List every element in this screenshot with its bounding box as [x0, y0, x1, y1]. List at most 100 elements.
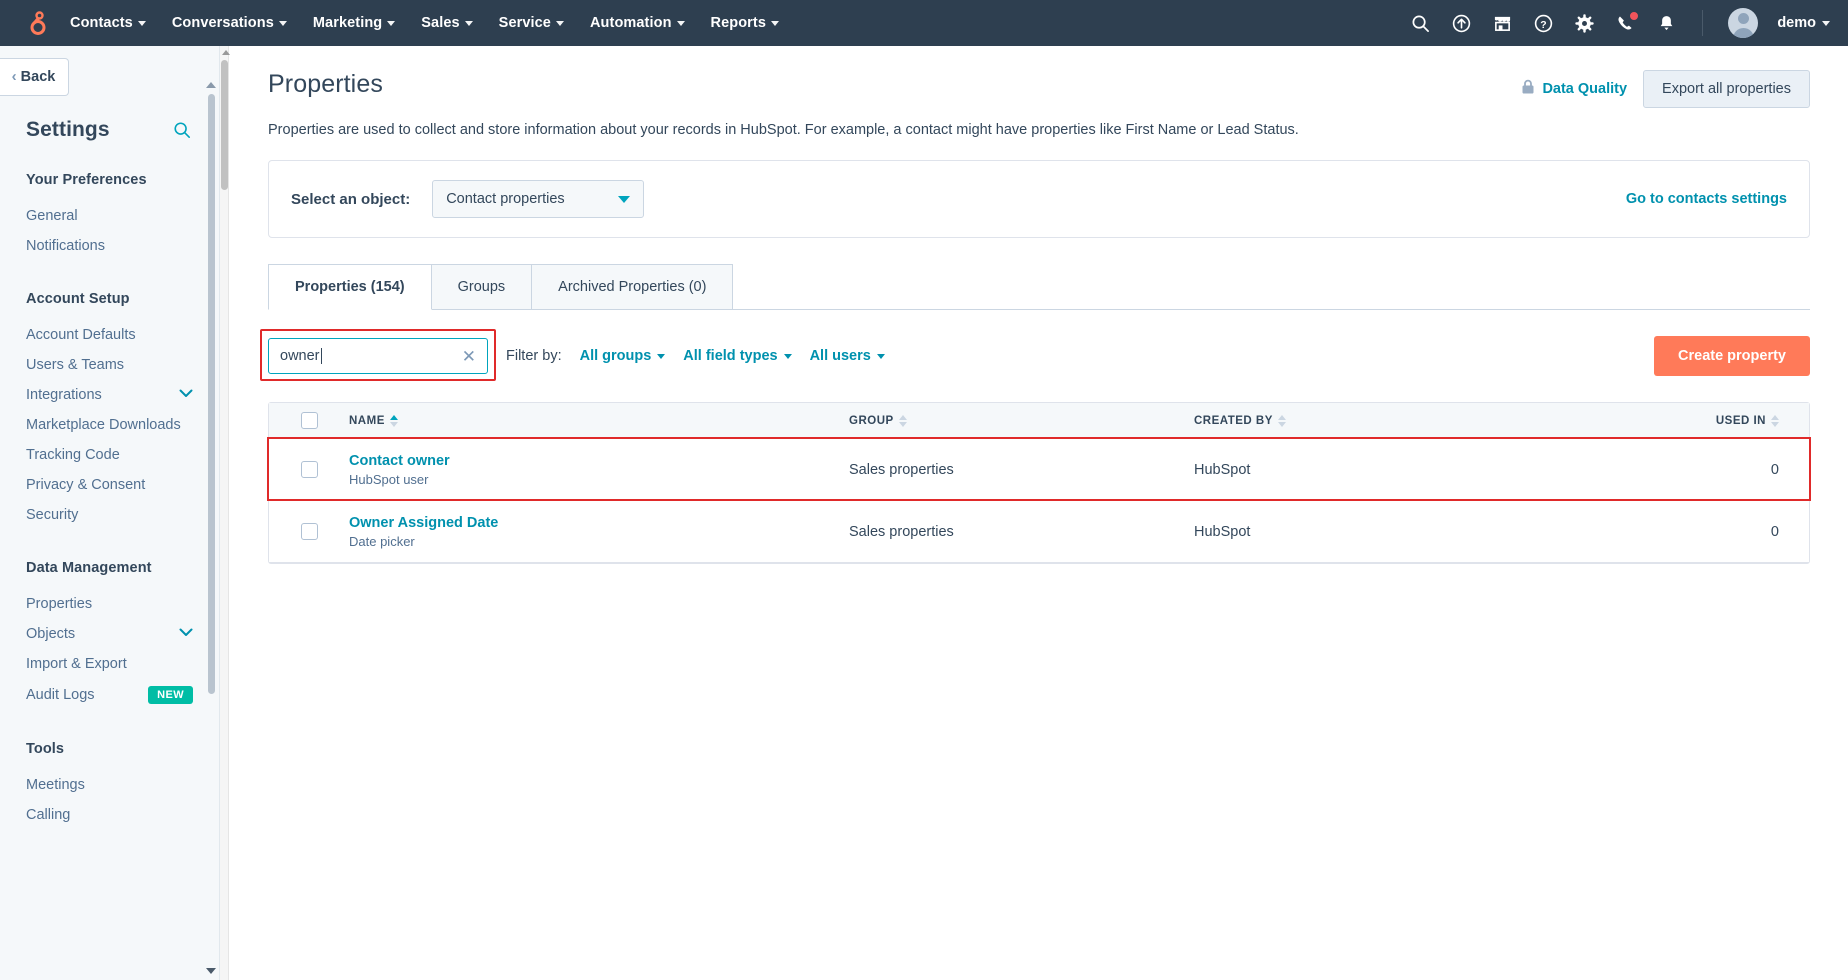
export-all-properties-button[interactable]: Export all properties [1643, 70, 1810, 108]
column-label: GROUP [849, 414, 894, 427]
table-row[interactable]: Contact owner HubSpot user Sales propert… [269, 439, 1809, 501]
sidebar-item-privacy-consent[interactable]: Privacy & Consent [0, 470, 219, 500]
row-checkbox[interactable] [300, 523, 318, 540]
column-label: USED IN [1715, 414, 1766, 427]
settings-sidebar: ‹ Back Settings Your Preferences General… [0, 46, 220, 980]
properties-table: NAME GROUP CREATED BY USED IN Contact ow… [267, 402, 1811, 564]
sidebar-item-objects[interactable]: Objects [0, 619, 219, 649]
sidebar-item-tracking-code[interactable]: Tracking Code [0, 440, 219, 470]
create-property-button[interactable]: Create property [1654, 336, 1810, 376]
cell-group: Sales properties [849, 523, 954, 540]
property-name-link[interactable]: Owner Assigned Date [349, 515, 849, 531]
nav-item-conversations[interactable]: Conversations [172, 15, 287, 31]
table-row[interactable]: Owner Assigned Date Date picker Sales pr… [269, 501, 1809, 563]
sidebar-item-label: Calling [26, 807, 71, 823]
sidebar-item-label: Meetings [26, 777, 85, 793]
page-title: Properties [268, 70, 383, 98]
cell-used-in: 0 [1770, 461, 1779, 478]
filter-all-field-types-dropdown[interactable]: All field types [683, 348, 792, 364]
sidebar-scrollbar-thumb[interactable] [208, 94, 215, 694]
sidebar-item-marketplace-downloads[interactable]: Marketplace Downloads [0, 410, 219, 440]
nav-item-service[interactable]: Service [499, 15, 564, 31]
sidebar-scroll-up-arrow[interactable] [206, 82, 216, 88]
sidebar-item-general[interactable]: General [0, 201, 219, 231]
column-header-name[interactable]: NAME [349, 414, 849, 427]
chevron-down-icon [657, 353, 666, 359]
property-type-label: Date picker [349, 533, 415, 549]
nav-item-sales[interactable]: Sales [421, 15, 473, 31]
page-description: Properties are used to collect and store… [268, 122, 1299, 138]
filter-all-users-dropdown[interactable]: All users [810, 348, 885, 364]
nav-label: Reports [710, 15, 767, 31]
tab-archived-properties[interactable]: Archived Properties (0) [531, 264, 734, 309]
upgrade-icon[interactable] [1450, 12, 1472, 34]
user-name-label: demo [1777, 15, 1816, 31]
content-scrollbar-track[interactable] [220, 46, 230, 980]
sidebar-section-data-management: Data Management [26, 560, 152, 576]
filter-label: All groups [579, 348, 652, 364]
sidebar-item-label: Notifications [26, 238, 105, 254]
select-all-checkbox[interactable] [300, 412, 318, 429]
settings-header: Settings [0, 96, 219, 142]
column-label: NAME [349, 414, 385, 427]
notifications-bell-icon[interactable] [1655, 12, 1677, 34]
back-button-label: Back [20, 69, 56, 85]
search-input[interactable]: owner ✕ [268, 338, 488, 374]
cell-used-in: 0 [1770, 523, 1779, 540]
select-all-checkbox-cell [269, 412, 349, 429]
sidebar-item-import-export[interactable]: Import & Export [0, 649, 219, 679]
search-icon[interactable] [173, 121, 191, 139]
back-button[interactable]: ‹ Back [0, 58, 69, 96]
sidebar-scroll-down-arrow[interactable] [206, 968, 216, 974]
column-header-created-by[interactable]: CREATED BY [1194, 414, 1554, 427]
data-quality-link[interactable]: Data Quality [1521, 79, 1627, 99]
chevron-left-icon: ‹ [11, 68, 17, 85]
calling-icon[interactable] [1614, 11, 1640, 34]
avatar[interactable] [1728, 8, 1759, 38]
scroll-up-arrow-icon[interactable] [222, 50, 230, 55]
chevron-down-icon [618, 195, 631, 203]
content-scrollbar-thumb[interactable] [221, 60, 228, 190]
search-icon[interactable] [1409, 12, 1431, 34]
notification-badge [1629, 11, 1640, 21]
nav-item-automation[interactable]: Automation [590, 15, 685, 31]
cell-name: Contact owner HubSpot user [349, 453, 849, 487]
sidebar-item-notifications[interactable]: Notifications [0, 231, 219, 261]
sidebar-item-properties[interactable]: Properties [0, 589, 219, 619]
column-header-used-in[interactable]: USED IN [1554, 414, 1809, 427]
main-menu: Contacts Conversations Marketing Sales S… [70, 15, 780, 31]
object-selector-panel: Select an object: Contact properties Go … [268, 160, 1810, 238]
sidebar-item-integrations[interactable]: Integrations [0, 380, 219, 410]
settings-title: Settings [26, 118, 110, 141]
cell-created-by: HubSpot [1194, 461, 1251, 478]
help-icon[interactable]: ? [1532, 12, 1554, 34]
settings-gear-icon[interactable] [1573, 12, 1595, 34]
row-checkbox[interactable] [300, 461, 318, 478]
sidebar-section-tools: Tools [26, 741, 65, 757]
sidebar-item-security[interactable]: Security [0, 500, 219, 530]
sidebar-item-account-defaults[interactable]: Account Defaults [0, 320, 219, 350]
filter-all-groups-dropdown[interactable]: All groups [580, 348, 666, 364]
sidebar-item-meetings[interactable]: Meetings [0, 770, 219, 800]
go-to-contacts-settings-link[interactable]: Go to contacts settings [1626, 191, 1787, 207]
nav-item-contacts[interactable]: Contacts [70, 15, 146, 31]
property-name-link[interactable]: Contact owner [349, 453, 849, 469]
data-quality-label: Data Quality [1542, 81, 1628, 97]
column-header-group[interactable]: GROUP [849, 414, 1194, 427]
chevron-down-icon [676, 20, 685, 26]
object-select-dropdown[interactable]: Contact properties [432, 180, 645, 218]
tab-groups[interactable]: Groups [430, 264, 533, 309]
nav-item-marketing[interactable]: Marketing [313, 15, 396, 31]
sidebar-item-audit-logs[interactable]: Audit Logs NEW [0, 679, 219, 711]
sidebar-item-users-teams[interactable]: Users & Teams [0, 350, 219, 380]
user-menu[interactable]: demo [1777, 15, 1830, 31]
sidebar-item-calling[interactable]: Calling [0, 800, 219, 830]
nav-label: Service [498, 15, 551, 31]
nav-item-reports[interactable]: Reports [711, 15, 780, 31]
hubspot-logo-icon[interactable] [18, 8, 48, 38]
tab-properties[interactable]: Properties (154) [268, 264, 432, 310]
marketplace-icon[interactable] [1491, 12, 1513, 34]
table-header-row: NAME GROUP CREATED BY USED IN [269, 403, 1809, 439]
property-type-label: HubSpot user [349, 471, 429, 487]
close-icon[interactable]: ✕ [462, 348, 476, 365]
